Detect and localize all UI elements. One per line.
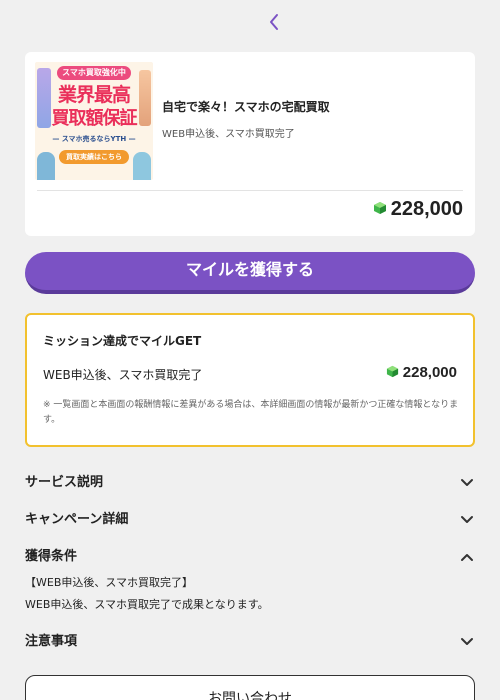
mission-title: ミッション達成でマイルGET — [43, 334, 202, 348]
chevron-up-icon — [459, 549, 475, 563]
accordion-label: 注意事項 — [25, 634, 78, 649]
chevron-left-icon — [268, 13, 280, 35]
person-illustration — [133, 152, 151, 180]
mission-points-value: 228,000 — [402, 364, 457, 381]
contact-button[interactable]: お問い合わせ — [25, 675, 475, 700]
chevron-down-icon — [459, 475, 475, 489]
banner-ribbon: スマホ買取強化中 — [57, 66, 131, 80]
divider — [37, 190, 463, 191]
get-miles-button[interactable]: マイルを獲得する — [25, 252, 475, 294]
offer-banner-image: スマホ買取強化中 業界最高 買取額保証 — スマホ売るならYTH — 買取実績は… — [35, 62, 153, 180]
mission-box: ミッション達成でマイルGET WEB申込後、スマホ買取完了 228,000 ※ … — [25, 313, 475, 447]
accordion-label: キャンペーン詳細 — [25, 512, 129, 527]
offer-points: 228,000 — [373, 198, 463, 221]
offer-title: 自宅で楽々！スマホの宅配買取 — [162, 100, 330, 114]
accordion-label: サービス説明 — [25, 475, 104, 490]
offer-card[interactable]: スマホ買取強化中 業界最高 買取額保証 — スマホ売るならYTH — 買取実績は… — [25, 52, 475, 236]
accordion-notes[interactable]: 注意事項 — [25, 630, 475, 652]
condition-heading: 【WEB申込後、スマホ買取完了】 — [25, 576, 194, 589]
chevron-down-icon — [459, 512, 475, 526]
person-illustration — [37, 152, 55, 180]
accordion-service-description[interactable]: サービス説明 — [25, 471, 475, 493]
accordion-acquisition-conditions[interactable]: 獲得条件 — [25, 545, 475, 567]
mile-gem-icon — [386, 363, 399, 382]
offer-points-value: 228,000 — [390, 198, 463, 220]
condition-text: WEB申込後、スマホ買取完了で成果となります。 — [25, 598, 269, 611]
accordion-label: 獲得条件 — [25, 549, 78, 564]
banner-headline: 買取額保証 — [51, 108, 138, 129]
banner-cta: 買取実績はこちら — [59, 150, 129, 164]
mission-row-label: WEB申込後、スマホ買取完了 — [43, 368, 203, 382]
banner-subline: — スマホ売るならYTH — — [52, 135, 136, 143]
mile-gem-icon — [373, 200, 387, 219]
back-button[interactable] — [264, 12, 284, 36]
chevron-down-icon — [459, 634, 475, 648]
mission-note: ※ 一覧画面と本画面の報酬情報に差異がある場合は、本詳細画面の情報が最新かつ正確… — [43, 400, 459, 425]
accordion-campaign-details[interactable]: キャンペーン詳細 — [25, 508, 475, 530]
mission-points: 228,000 — [386, 363, 457, 382]
offer-subtitle: WEB申込後、スマホ買取完了 — [162, 129, 295, 140]
banner-headline: 業界最高 — [57, 84, 131, 106]
